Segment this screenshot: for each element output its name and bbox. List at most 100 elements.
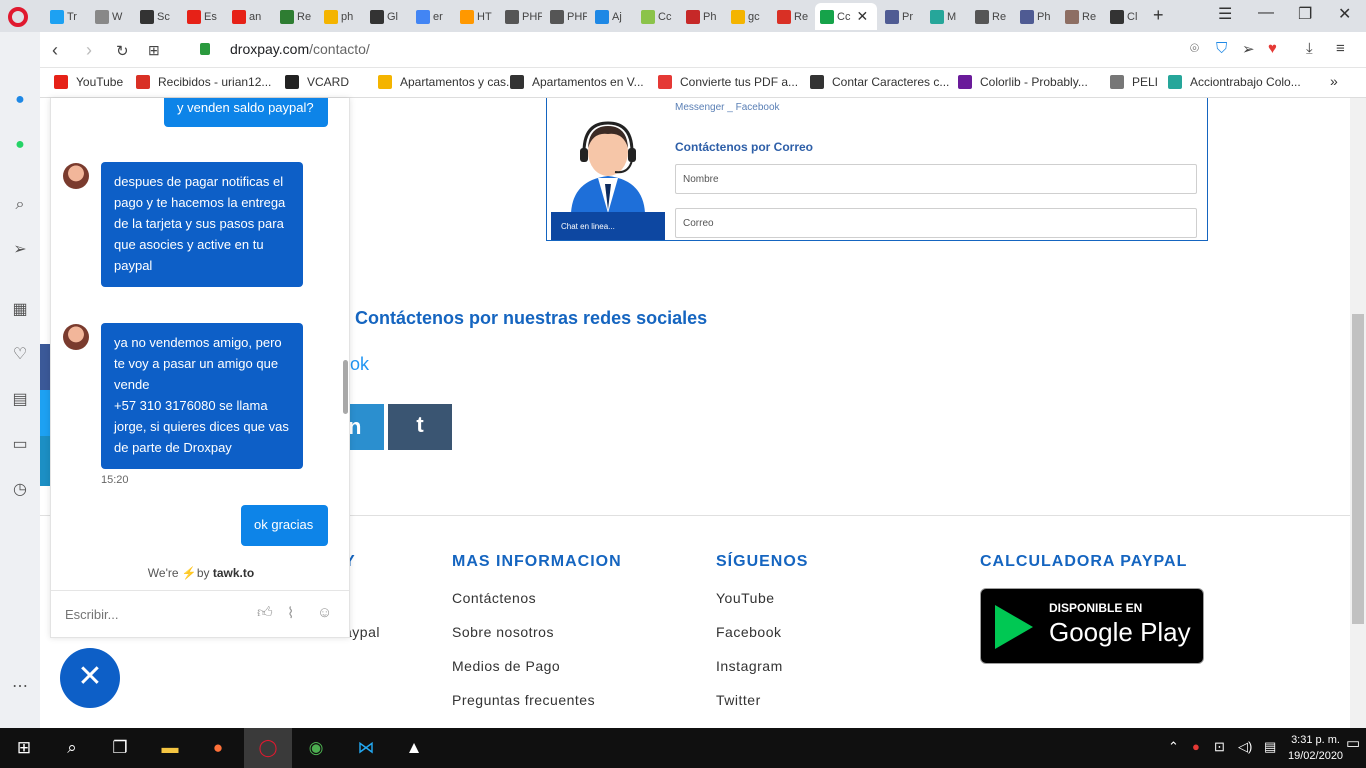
search-icon[interactable]: ⌕ xyxy=(48,728,96,768)
browser-tab[interactable]: PHP im xyxy=(545,3,587,30)
download-icon[interactable]: ⤓ xyxy=(1306,40,1313,57)
browser-tab[interactable]: ph xyxy=(319,3,361,30)
facebook-share-button[interactable] xyxy=(40,344,50,390)
footer-link-preguntas-frecuentes[interactable]: Preguntas frecuentes xyxy=(452,692,595,708)
photos-icon[interactable]: ▲ xyxy=(390,728,438,768)
email-field[interactable]: Correo xyxy=(675,208,1197,238)
facebook-link[interactable]: ok xyxy=(350,354,369,375)
bookmark-item[interactable]: Apartamentos en V... xyxy=(510,75,644,89)
tray-expand-icon[interactable]: ⌃ xyxy=(1168,739,1179,755)
browser-tab[interactable]: Es xyxy=(182,3,224,30)
powered-by-tawk[interactable]: We're ⚡by tawk.to xyxy=(51,566,349,580)
heart-icon[interactable]: ♡ xyxy=(10,345,30,365)
chat-message-input[interactable] xyxy=(65,607,245,622)
tab-close-icon[interactable]: ✕ xyxy=(856,8,868,25)
browser-tab[interactable]: Tr xyxy=(45,3,87,30)
browser-tab[interactable]: er xyxy=(411,3,453,30)
camera-icon[interactable]: ⌾ xyxy=(1190,40,1199,57)
firefox-icon[interactable]: ● xyxy=(194,728,242,768)
bookmark-item[interactable]: VCARD xyxy=(285,75,349,89)
browser-tab[interactable]: Sc xyxy=(135,3,177,30)
tab-grid-icon[interactable]: ⊞ xyxy=(148,42,160,59)
minimize-button[interactable]: — xyxy=(1258,4,1274,22)
bookmark-item[interactable]: Apartamentos y cas... xyxy=(378,75,516,89)
google-play-badge[interactable]: DISPONIBLE EN Google Play xyxy=(980,588,1204,664)
thumbs-up-icon[interactable]: 👍︎ xyxy=(257,604,273,622)
browser-tab[interactable]: Aj xyxy=(590,3,632,30)
network-icon[interactable]: ⊡ xyxy=(1214,739,1225,755)
bookmark-item[interactable]: Convierte tus PDF a... xyxy=(658,75,798,89)
page-scrollbar[interactable] xyxy=(1350,98,1366,728)
browser-tab[interactable]: Cc ✕ xyxy=(815,3,877,30)
browser-tab[interactable]: PHP cc xyxy=(500,3,542,30)
search-icon[interactable]: ⌕ xyxy=(10,195,30,215)
url-field[interactable]: droxpay.com/contacto/ xyxy=(230,41,370,57)
bookmark-item[interactable]: Colorlib - Probably... xyxy=(958,75,1088,89)
send-icon[interactable]: ➢ xyxy=(10,240,30,260)
browser-tab[interactable]: Cl xyxy=(1105,3,1147,30)
reload-icon[interactable]: ↻ xyxy=(116,42,129,60)
footer-link-medios-de-pago[interactable]: Medios de Pago xyxy=(452,658,560,674)
browser-tab[interactable]: HT xyxy=(455,3,497,30)
footer-link-youtube[interactable]: YouTube xyxy=(716,590,775,606)
messenger-icon[interactable]: ● xyxy=(10,90,30,110)
chat-scrollbar[interactable] xyxy=(343,360,348,414)
start-windows-icon[interactable]: ⊞ xyxy=(0,728,48,768)
browser-tab[interactable]: Gl xyxy=(365,3,407,30)
footer-link-instagram[interactable]: Instagram xyxy=(716,658,783,674)
news-icon[interactable]: ▤ xyxy=(10,390,30,410)
vscode-icon[interactable]: ⋈ xyxy=(342,728,390,768)
opera-icon[interactable]: ◯ xyxy=(244,728,292,768)
new-tab-button[interactable]: + xyxy=(1153,5,1164,26)
chat-close-button[interactable]: ✕ xyxy=(60,648,120,708)
browser-tab[interactable]: Ph xyxy=(681,3,723,30)
browser-tab[interactable]: Re xyxy=(1060,3,1102,30)
bookmark-item[interactable]: Contar Caracteres c... xyxy=(810,75,949,89)
bookmark-item[interactable]: PELI xyxy=(1110,75,1158,89)
volume-icon[interactable]: ◁) xyxy=(1238,739,1252,755)
more-icon[interactable]: ⋯ xyxy=(10,677,30,697)
browser-tab[interactable]: gc xyxy=(726,3,768,30)
shield-icon[interactable]: ⛉ xyxy=(1216,40,1227,57)
tumblr-share-button[interactable]: t xyxy=(388,404,452,450)
task-view-icon[interactable]: ❐ xyxy=(96,728,144,768)
window-close-button[interactable]: ✕ xyxy=(1338,4,1351,24)
back-button[interactable]: ‹ xyxy=(52,40,58,61)
bookmark-item[interactable]: Acciontrabajo Colo... xyxy=(1168,75,1301,89)
tab-menu-icon[interactable]: ☰ xyxy=(1218,4,1232,24)
browser-tab[interactable]: W xyxy=(90,3,132,30)
maximize-button[interactable]: ❐ xyxy=(1298,4,1312,24)
system-clock[interactable]: 3:31 p. m. 19/02/2020 xyxy=(1288,732,1343,764)
emoji-icon[interactable]: ☺ xyxy=(317,604,332,621)
twitter-share-button[interactable] xyxy=(40,390,50,436)
tabs-icon[interactable]: ▭ xyxy=(10,435,30,455)
name-field[interactable]: Nombre xyxy=(675,164,1197,194)
messenger-facebook-link[interactable]: Messenger _ Facebook xyxy=(675,102,780,113)
opera-logo-icon[interactable] xyxy=(8,7,28,27)
footer-link-contactenos[interactable]: Contáctenos xyxy=(452,590,536,606)
chrome-icon[interactable]: ◉ xyxy=(292,728,340,768)
browser-tab[interactable]: M xyxy=(925,3,967,30)
flow-icon[interactable]: ➢ xyxy=(1242,40,1255,58)
tray-app-icon[interactable]: ● xyxy=(1192,739,1200,754)
menu-icon[interactable]: ≡ xyxy=(1336,40,1345,57)
browser-tab[interactable]: Re xyxy=(970,3,1012,30)
bookmark-item[interactable]: Recibidos - urian12... xyxy=(136,75,271,89)
footer-link-sobre-nosotros[interactable]: Sobre nosotros xyxy=(452,624,554,640)
bookmarks-more[interactable]: » xyxy=(1330,73,1338,89)
history-icon[interactable]: ◷ xyxy=(10,480,30,500)
browser-tab[interactable]: Pr xyxy=(880,3,922,30)
forward-button[interactable]: › xyxy=(86,40,92,61)
footer-link-twitter[interactable]: Twitter xyxy=(716,692,761,708)
browser-tab[interactable]: an xyxy=(227,3,269,30)
keyboard-icon[interactable]: ▤ xyxy=(1264,739,1276,755)
linkedin-strip[interactable] xyxy=(40,436,50,486)
notifications-icon[interactable]: ▭ xyxy=(1346,734,1360,752)
whatsapp-icon[interactable]: ● xyxy=(10,135,30,155)
browser-tab[interactable]: Re xyxy=(772,3,814,30)
file-explorer-icon[interactable]: ▬ xyxy=(146,728,194,768)
speed-dial-icon[interactable]: ▦ xyxy=(10,300,30,320)
heart-icon[interactable]: ♥ xyxy=(1268,40,1277,57)
browser-tab[interactable]: Ph xyxy=(1015,3,1057,30)
browser-tab[interactable]: Re xyxy=(275,3,317,30)
